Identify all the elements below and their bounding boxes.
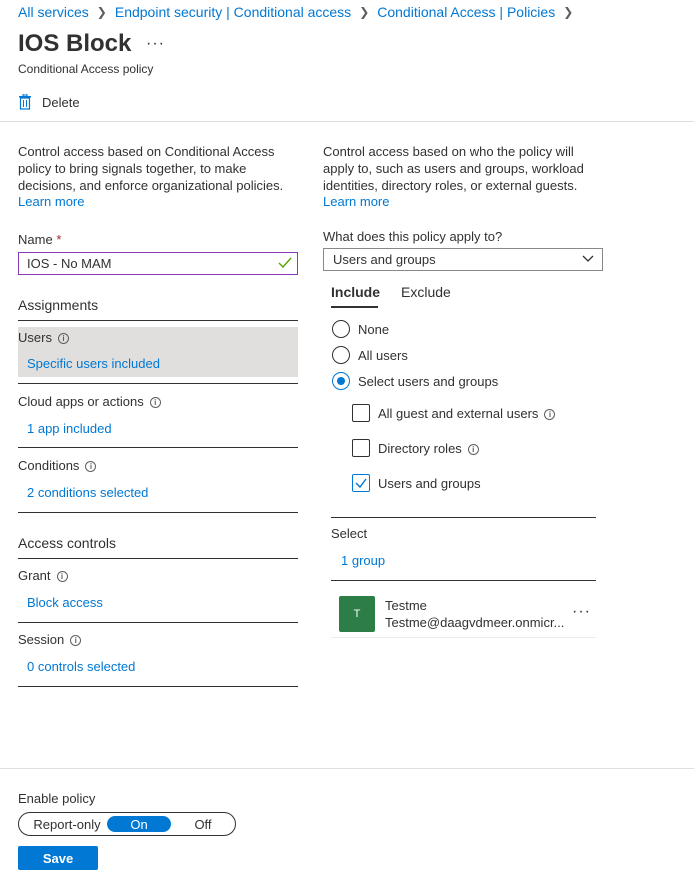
user-more-options-icon[interactable]: ··· xyxy=(572,603,591,621)
right-description: Control access based on who the policy w… xyxy=(323,144,584,193)
required-indicator: * xyxy=(56,232,62,247)
footer-divider xyxy=(0,768,694,769)
cloud-apps-label: Cloud apps or actions i xyxy=(18,394,161,409)
save-button[interactable]: Save xyxy=(18,846,98,870)
session-label: Session i xyxy=(18,632,82,647)
radio-none[interactable] xyxy=(332,320,350,338)
info-icon: i xyxy=(544,409,556,421)
breadcrumb-endpoint-security[interactable]: Endpoint security | Conditional access xyxy=(115,4,351,20)
delete-label: Delete xyxy=(42,94,80,110)
checkbox-directory-roles-label: Directory roles i xyxy=(378,441,479,456)
access-controls-divider xyxy=(18,558,298,559)
checkbox-directory-roles[interactable] xyxy=(352,439,370,457)
users-value-link[interactable]: Specific users included xyxy=(27,356,160,371)
session-divider xyxy=(18,686,298,687)
grant-label-text: Grant xyxy=(18,568,51,583)
left-learn-more-link[interactable]: Learn more xyxy=(18,194,84,209)
breadcrumb-all-services[interactable]: All services xyxy=(18,4,89,20)
select-top-divider xyxy=(331,517,596,518)
user-name: Testme xyxy=(385,598,427,613)
cloud-apps-divider xyxy=(18,447,298,448)
assignments-divider xyxy=(18,320,298,321)
checkbox-guest-external-label: All guest and external users i xyxy=(378,406,556,421)
breadcrumb-ca-policies[interactable]: Conditional Access | Policies xyxy=(377,4,555,20)
checkmark-icon xyxy=(355,478,367,489)
radio-select-users-groups-label: Select users and groups xyxy=(358,374,499,389)
delete-button[interactable]: Delete xyxy=(18,94,80,110)
trash-icon xyxy=(19,94,31,110)
checkbox-guest-external-text: All guest and external users xyxy=(378,406,539,421)
grant-value-link[interactable]: Block access xyxy=(27,595,103,610)
page-title: IOS Block xyxy=(18,30,132,57)
grant-label: Grant i xyxy=(18,568,68,583)
cloud-apps-value-link[interactable]: 1 app included xyxy=(27,421,112,436)
right-learn-more-link[interactable]: Learn more xyxy=(323,194,389,209)
assignments-heading: Assignments xyxy=(18,297,99,313)
name-label: Name * xyxy=(18,232,61,247)
users-label-text: Users xyxy=(18,330,52,345)
checkbox-users-groups[interactable] xyxy=(352,474,370,492)
conditions-divider xyxy=(18,512,298,513)
more-options-icon[interactable]: ··· xyxy=(146,35,165,53)
select-bottom-divider xyxy=(331,580,596,581)
tab-exclude[interactable]: Exclude xyxy=(401,284,451,300)
users-divider xyxy=(18,383,298,384)
apply-to-label: What does this policy apply to? xyxy=(323,229,503,244)
toggle-report-only[interactable]: Report-only xyxy=(25,816,109,832)
select-label: Select xyxy=(331,526,368,541)
info-icon: i xyxy=(70,635,82,647)
name-label-text: Name xyxy=(18,232,53,247)
conditions-value-link[interactable]: 2 conditions selected xyxy=(27,485,148,500)
toolbar-divider xyxy=(0,121,694,122)
chevron-right-icon: ❯ xyxy=(359,5,370,19)
grant-divider xyxy=(18,622,298,623)
user-email: Testme@daagvdmeer.onmicr... xyxy=(385,615,565,630)
access-controls-heading: Access controls xyxy=(18,535,117,551)
users-label: Users i xyxy=(18,330,69,345)
name-input[interactable]: IOS - No MAM xyxy=(18,252,298,275)
chevron-right-icon: ❯ xyxy=(563,5,574,19)
info-icon: i xyxy=(85,461,97,473)
name-input-value: IOS - No MAM xyxy=(27,256,112,271)
radio-select-users-groups[interactable] xyxy=(332,372,350,390)
tab-include[interactable]: Include xyxy=(331,284,380,300)
checkbox-guest-external[interactable] xyxy=(352,404,370,422)
toggle-off[interactable]: Off xyxy=(171,816,235,832)
info-icon: i xyxy=(57,333,69,345)
radio-none-label: None xyxy=(358,322,390,337)
session-label-text: Session xyxy=(18,632,65,647)
cloud-apps-label-text: Cloud apps or actions xyxy=(18,394,144,409)
conditions-label-text: Conditions xyxy=(18,458,80,473)
select-group-link[interactable]: 1 group xyxy=(341,553,385,568)
info-icon: i xyxy=(149,397,161,409)
radio-all-users-label: All users xyxy=(358,348,408,363)
enable-policy-label: Enable policy xyxy=(18,791,96,806)
avatar: T xyxy=(339,596,375,632)
toggle-on[interactable]: On xyxy=(107,816,171,832)
checkbox-directory-roles-text: Directory roles xyxy=(378,441,462,456)
info-icon: i xyxy=(56,571,68,583)
conditions-label: Conditions i xyxy=(18,458,97,473)
tab-active-indicator xyxy=(331,306,378,308)
user-row-divider xyxy=(331,637,596,638)
checkmark-icon xyxy=(278,257,292,269)
enable-policy-toggle: Report-only On Off xyxy=(18,812,236,836)
chevron-right-icon: ❯ xyxy=(96,5,107,19)
left-description: Control access based on Conditional Acce… xyxy=(18,144,284,193)
info-icon: i xyxy=(467,444,479,456)
apply-to-value: Users and groups xyxy=(333,252,436,267)
apply-to-select[interactable]: Users and groups xyxy=(323,248,603,271)
breadcrumb: All services ❯ Endpoint security | Condi… xyxy=(18,4,581,20)
radio-all-users[interactable] xyxy=(332,346,350,364)
chevron-down-icon xyxy=(582,255,594,262)
session-value-link[interactable]: 0 controls selected xyxy=(27,659,135,674)
checkbox-users-groups-label: Users and groups xyxy=(378,476,481,491)
page-subtitle: Conditional Access policy xyxy=(18,62,154,76)
